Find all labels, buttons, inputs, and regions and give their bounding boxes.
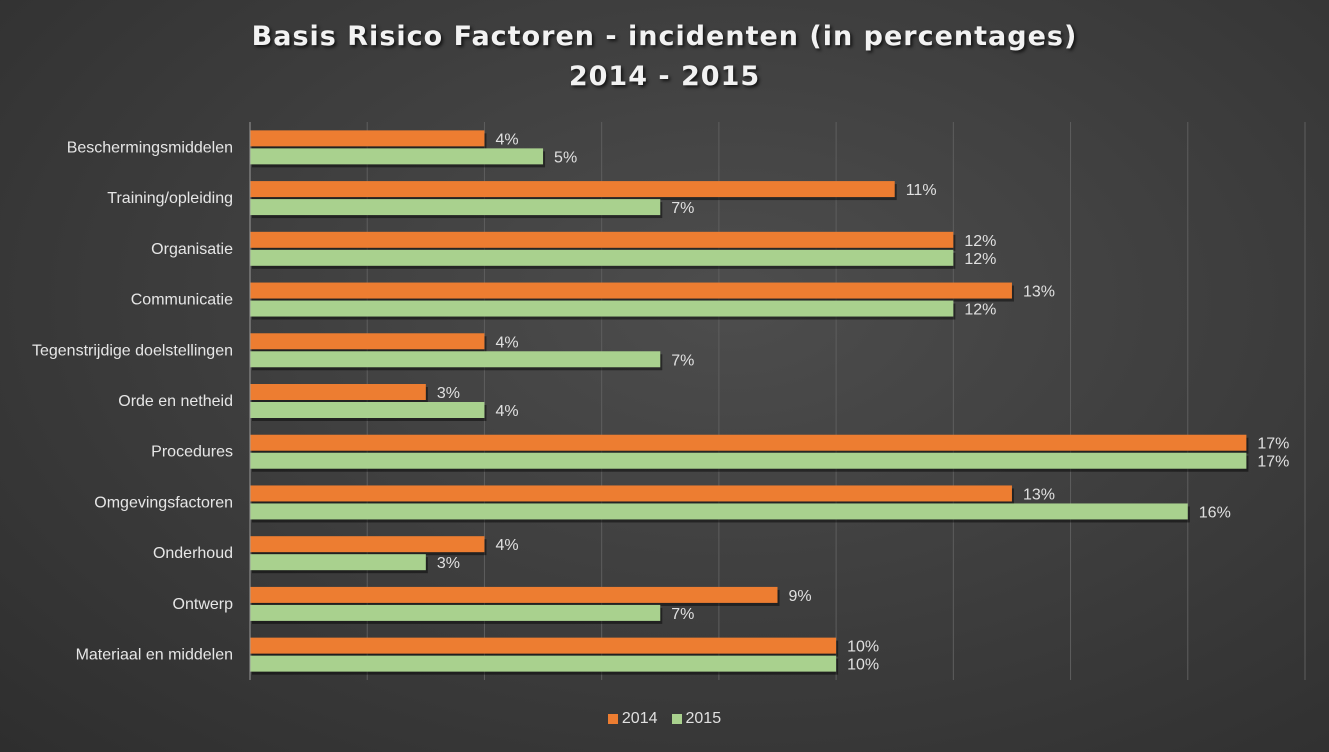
bar-2014 bbox=[250, 181, 895, 198]
legend: 2014 2015 bbox=[0, 710, 1329, 728]
bar-2014 bbox=[250, 231, 954, 248]
bar-2015 bbox=[250, 402, 485, 418]
bar-2015 bbox=[250, 249, 954, 266]
bar-2014 bbox=[250, 536, 485, 553]
category-label: Ontwerp bbox=[173, 596, 234, 613]
category-label: Beschermingsmiddelen bbox=[67, 139, 233, 156]
bar-2015 bbox=[250, 351, 661, 368]
legend-swatch-2015 bbox=[671, 714, 682, 724]
value-label-2014: 4% bbox=[495, 131, 518, 148]
bar-2015 bbox=[250, 604, 661, 621]
bar-2014 bbox=[250, 586, 778, 603]
bar-2015 bbox=[250, 199, 661, 216]
bar-2015 bbox=[250, 148, 544, 165]
category-labels: Beschermingsmiddelen Training/opleiding Or… bbox=[32, 139, 233, 663]
category-label: Omgevingsfactoren bbox=[94, 494, 233, 511]
value-label-2014: 11% bbox=[906, 182, 937, 199]
bar-2015 bbox=[250, 554, 426, 571]
bars bbox=[250, 130, 1249, 675]
bar-2015 bbox=[250, 452, 1247, 469]
bar-2014 bbox=[250, 384, 426, 400]
value-label-2015: 12% bbox=[964, 251, 996, 268]
value-label-2015: 4% bbox=[495, 403, 518, 420]
value-label-2015: 7% bbox=[671, 200, 694, 217]
value-label-2014: 10% bbox=[847, 639, 879, 656]
category-label: Orde en netheid bbox=[118, 393, 233, 410]
value-label-2015: 3% bbox=[437, 555, 460, 572]
value-label-2015: 7% bbox=[671, 606, 694, 623]
category-label: Training/opleiding bbox=[107, 190, 233, 207]
category-label: Procedures bbox=[151, 444, 233, 461]
bar-2015 bbox=[250, 503, 1188, 520]
value-label-2014: 4% bbox=[495, 334, 518, 351]
value-label-2015: 10% bbox=[847, 657, 879, 674]
legend-label-2015: 2015 bbox=[685, 710, 722, 727]
legend-item-2015: 2015 bbox=[671, 710, 722, 728]
value-label-2014: 13% bbox=[1023, 284, 1055, 301]
value-label-2015: 17% bbox=[1257, 454, 1289, 471]
category-label: Organisatie bbox=[151, 241, 233, 258]
legend-label-2014: 2014 bbox=[621, 710, 658, 727]
bar-2014 bbox=[250, 434, 1247, 451]
value-label-2014: 4% bbox=[495, 537, 518, 554]
bar-2014 bbox=[250, 130, 485, 147]
legend-swatch-2014 bbox=[607, 714, 618, 724]
value-label-2015: 12% bbox=[964, 302, 996, 319]
category-label: Materiaal en middelen bbox=[76, 647, 233, 664]
legend-item-2014: 2014 bbox=[607, 710, 658, 728]
bar-2015 bbox=[250, 300, 954, 317]
bar-2015 bbox=[250, 655, 837, 672]
category-label: Communicatie bbox=[131, 292, 233, 309]
value-label-2014: 13% bbox=[1023, 486, 1055, 503]
bar-2014 bbox=[250, 485, 1012, 502]
category-label: Onderhoud bbox=[153, 545, 233, 562]
value-label-2015: 7% bbox=[671, 352, 694, 369]
bar-2014 bbox=[250, 637, 837, 654]
category-label: Tegenstrijdige doelstellingen bbox=[32, 342, 233, 359]
value-label-2014: 17% bbox=[1257, 436, 1289, 453]
value-label-2014: 3% bbox=[437, 385, 460, 402]
value-label-2014: 9% bbox=[789, 588, 812, 605]
value-label-2015: 5% bbox=[554, 149, 577, 166]
bar-chart: Beschermingsmiddelen Training/opleiding Or… bbox=[32, 122, 1306, 680]
bar-2014 bbox=[250, 333, 485, 350]
value-label-2014: 12% bbox=[964, 233, 996, 250]
bar-2014 bbox=[250, 282, 1012, 299]
value-label-2015: 16% bbox=[1199, 504, 1231, 521]
